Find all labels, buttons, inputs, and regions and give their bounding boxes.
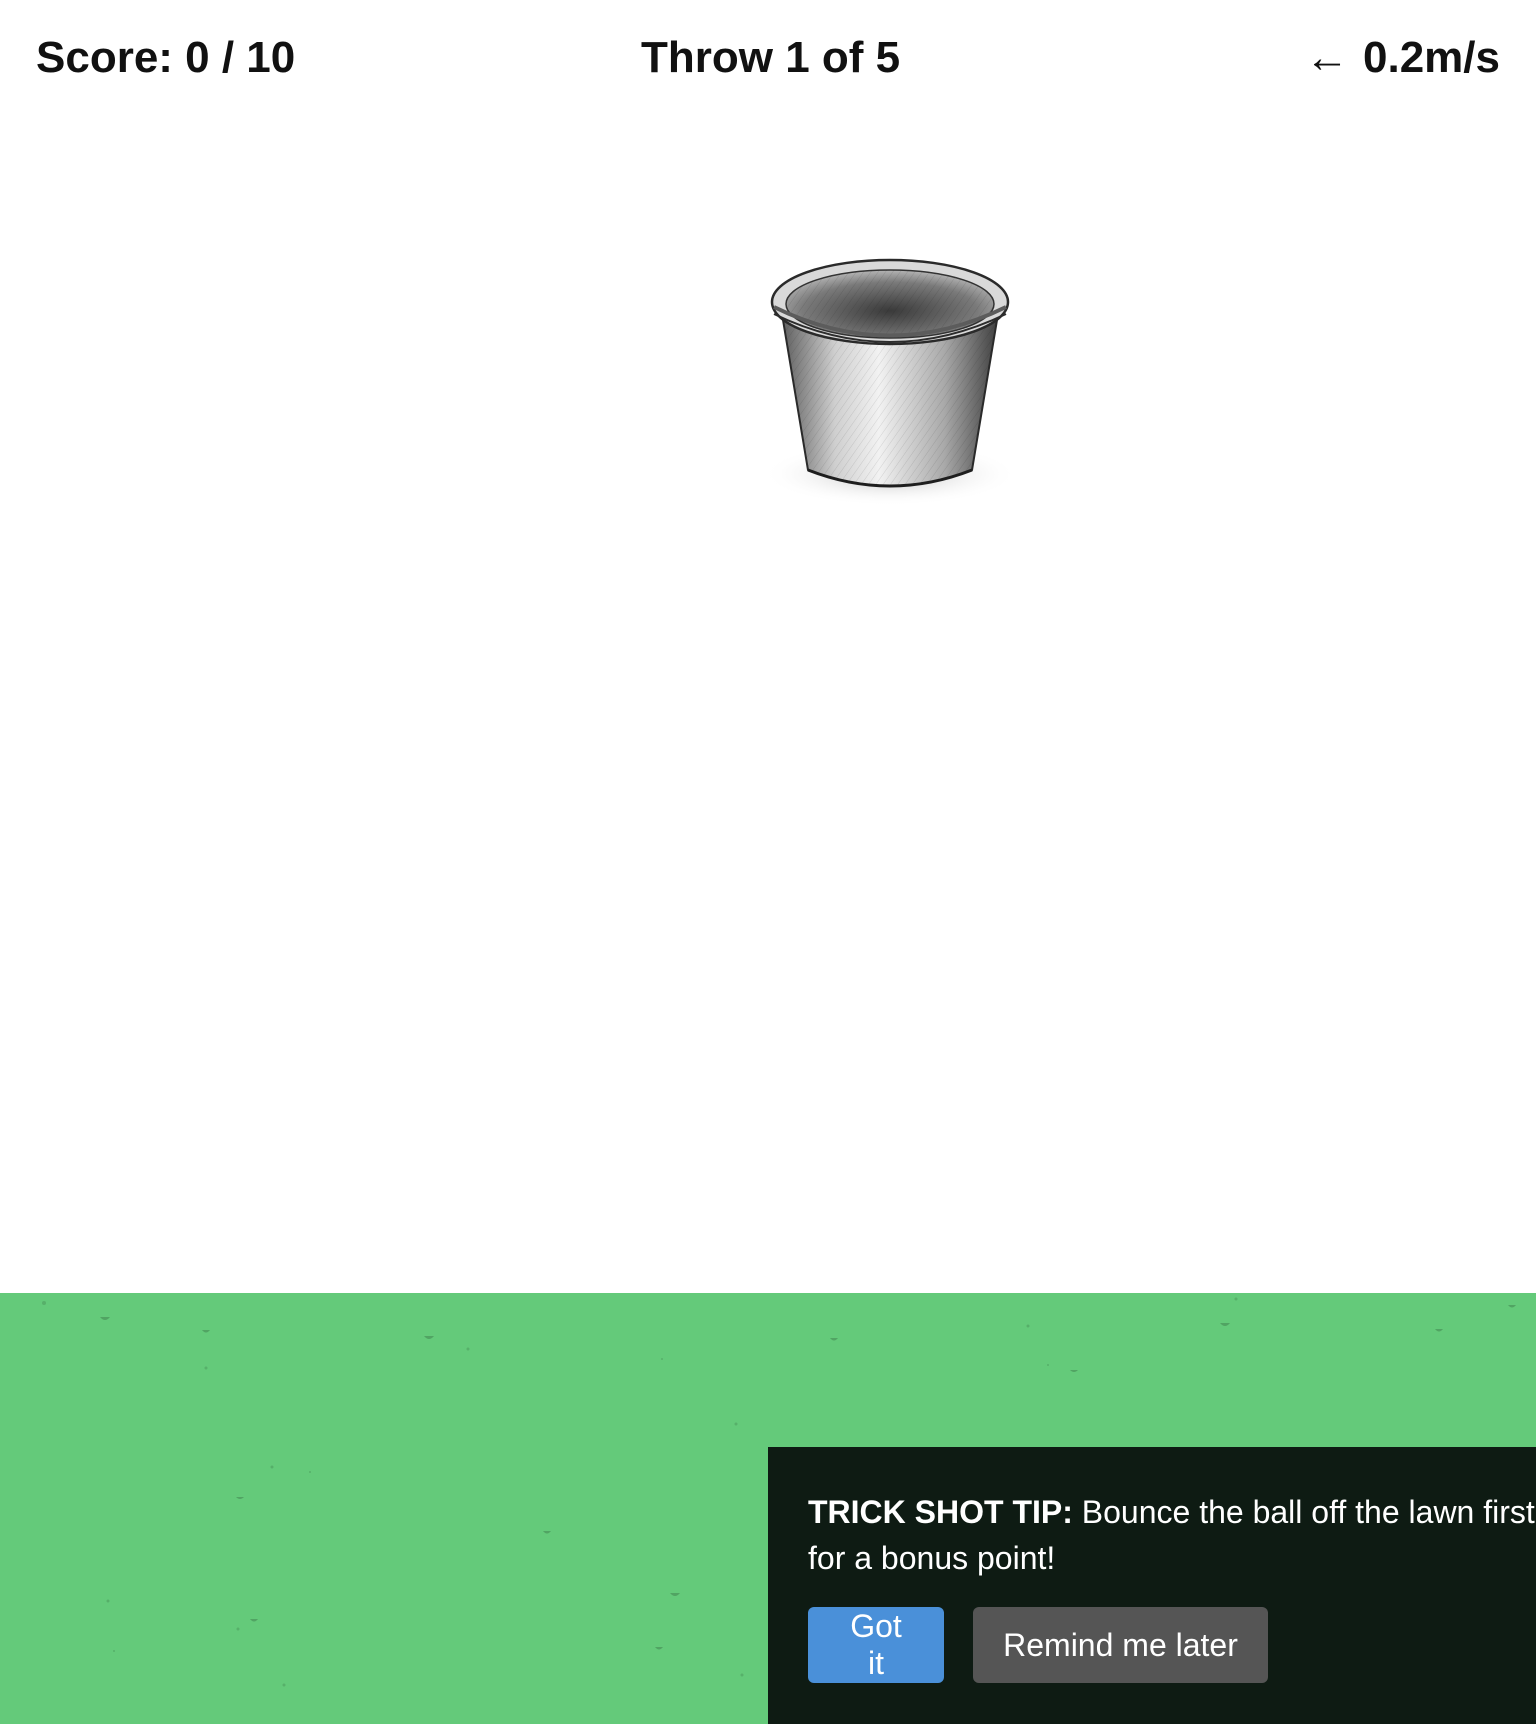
got-it-button[interactable]: Got it [808,1607,944,1683]
tip-message: TRICK SHOT TIP: Bounce the ball off the … [808,1489,1536,1581]
score-display: Score: 0 / 10 [36,33,296,82]
left-arrow-icon: ← [1305,33,1350,82]
game-stage[interactable]: Score: 0 / 10 Throw 1 of 5 ← 0.2m/s TRIC… [0,0,1536,1724]
tip-actions: Got it Remind me later [808,1607,1268,1683]
trick-shot-tip-banner: TRICK SHOT TIP: Bounce the ball off the … [768,1447,1536,1724]
bucket-target [762,258,1018,506]
remind-me-later-button[interactable]: Remind me later [973,1607,1268,1683]
hud-bar: Score: 0 / 10 Throw 1 of 5 ← 0.2m/s [0,0,1536,120]
wind-speed: 0.2m/s [1363,33,1500,82]
wind-indicator: ← 0.2m/s [1305,30,1500,86]
tip-heading: TRICK SHOT TIP: [808,1494,1073,1530]
throw-counter: Throw 1 of 5 [641,33,901,82]
